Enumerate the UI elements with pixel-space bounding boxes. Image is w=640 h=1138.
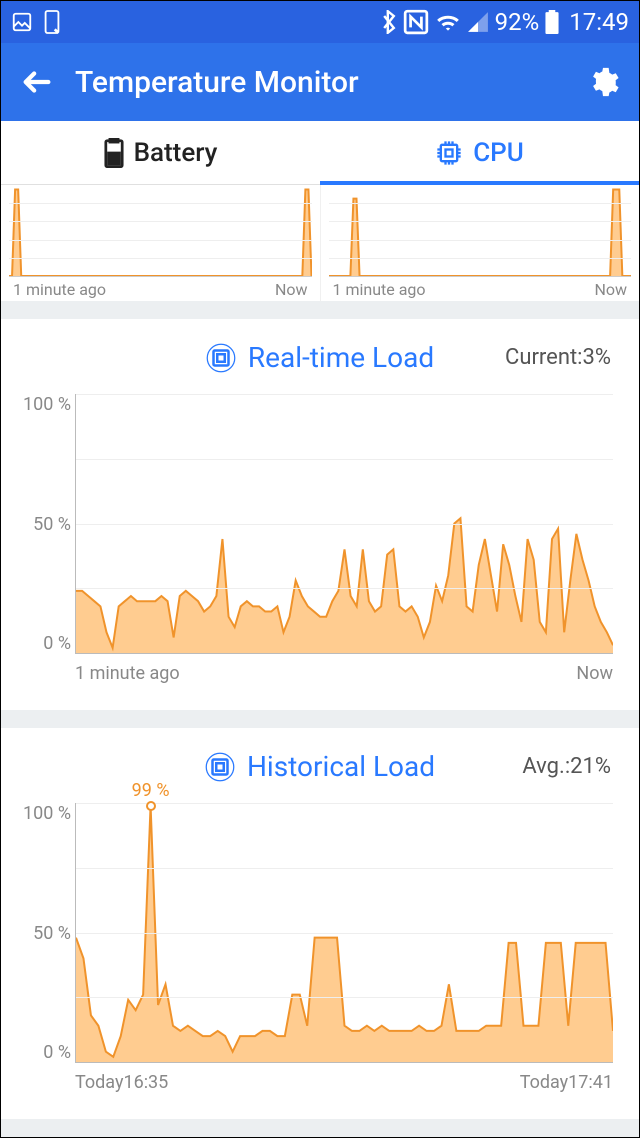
tab-cpu[interactable]: CPU: [320, 121, 639, 184]
realtime-y-50: 50 %: [17, 514, 71, 535]
realtime-y-100: 100 %: [17, 394, 71, 415]
arrow-left-icon: [20, 65, 54, 99]
settings-button[interactable]: [583, 62, 623, 102]
realtime-chart[interactable]: 100 % 50 % 0 % 1 minute ago Now: [17, 394, 623, 684]
bluetooth-icon: [381, 10, 397, 34]
mini-right-xend: Now: [594, 280, 627, 299]
mini-chart-right-svg: [329, 185, 632, 276]
mini-chart-left-svg: [9, 185, 312, 276]
tab-battery[interactable]: Battery: [1, 121, 320, 184]
historical-xend: Today17:41: [520, 1072, 613, 1093]
battery-percent: 92%: [495, 8, 540, 36]
status-bar: 92% 17:49: [1, 1, 639, 43]
battery-icon: [545, 10, 559, 34]
realtime-title: Real-time Load: [248, 341, 434, 374]
realtime-y-0: 0 %: [17, 633, 71, 654]
realtime-xstart: 1 minute ago: [75, 663, 180, 684]
historical-section: Historical Load Avg.:21% 100 % 50 % 0 % …: [1, 728, 639, 1119]
historical-y-0: 0 %: [17, 1042, 71, 1063]
historical-y-50: 50 %: [17, 923, 71, 944]
back-button[interactable]: [17, 62, 57, 102]
tab-cpu-label: CPU: [473, 138, 524, 168]
gear-icon: [586, 65, 620, 99]
tab-bar: Battery CPU: [1, 121, 639, 185]
cpu-icon: [206, 343, 236, 373]
cpu-tab-icon: [435, 139, 463, 167]
realtime-stat: Current:3%: [505, 345, 611, 370]
historical-stat: Avg.:21%: [522, 754, 611, 779]
mini-chart-left[interactable]: 1 minute ago Now: [1, 185, 320, 301]
tab-battery-label: Battery: [134, 138, 218, 168]
status-right: 92% 17:49: [381, 8, 629, 36]
realtime-section: Real-time Load Current:3% 100 % 50 % 0 %…: [1, 319, 639, 710]
signal-icon: [467, 11, 489, 33]
image-icon: [11, 11, 33, 33]
mini-left-xend: Now: [275, 280, 308, 299]
historical-xstart: Today16:35: [75, 1072, 168, 1093]
clock: 17:49: [569, 8, 629, 36]
status-left: [11, 9, 63, 35]
mini-left-xstart: 1 minute ago: [13, 280, 106, 299]
historical-title: Historical Load: [247, 750, 435, 783]
page-title: Temperature Monitor: [75, 65, 583, 100]
mini-right-xstart: 1 minute ago: [333, 280, 426, 299]
mini-charts-row: 1 minute ago Now 1 minute ago Now: [1, 185, 639, 301]
mini-chart-right[interactable]: 1 minute ago Now: [320, 185, 640, 301]
nfc-icon: [403, 9, 429, 35]
battery-tab-icon: [104, 138, 124, 168]
realtime-xend: Now: [576, 663, 613, 684]
historical-chart[interactable]: 100 % 50 % 0 % 99 % Today16:35 Today17:4…: [17, 803, 623, 1093]
historical-annotation-label: 99 %: [132, 780, 170, 801]
historical-y-100: 100 %: [17, 803, 71, 824]
wifi-icon: [435, 11, 461, 33]
historical-annotation-dot: [146, 801, 156, 811]
app-bar: Temperature Monitor: [1, 43, 639, 121]
device-icon: [41, 9, 63, 35]
cpu-icon: [205, 752, 235, 782]
